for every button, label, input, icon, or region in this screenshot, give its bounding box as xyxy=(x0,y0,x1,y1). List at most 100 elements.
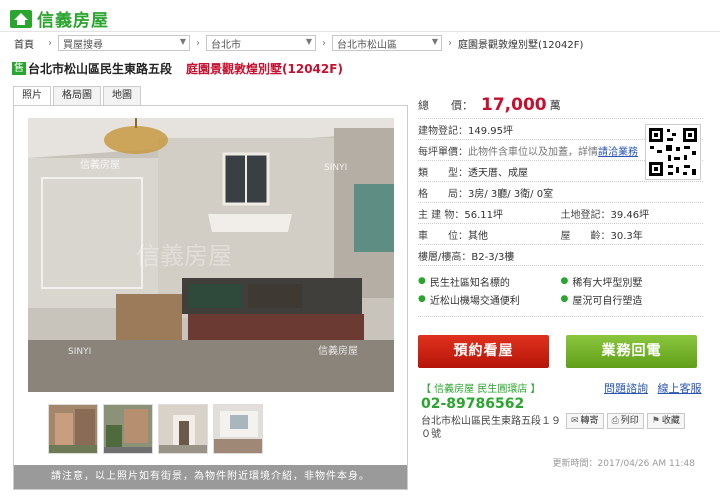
bookmark-icon: ⚑ xyxy=(651,416,660,426)
chevron-down-icon: ▼ xyxy=(431,37,438,46)
price-label: 總 價： xyxy=(418,99,473,112)
breadcrumb: 首頁 › 買屋搜尋 ▼ › 台北市 ▼ › 台北市松山區 ▼ › 庭園景觀敦煌別… xyxy=(14,34,583,52)
printer-icon: ⎙ xyxy=(611,416,619,426)
feature-item: ● 屋況可自行塑造 xyxy=(561,292,704,307)
sale-badge: 售 xyxy=(12,62,26,75)
chevron-down-icon: ▼ xyxy=(179,37,186,46)
listing-address: 台北市松山區民生東路五段 xyxy=(28,62,173,76)
listing-info-panel: 總 價： 17,000 萬 建物登記： 149.95坪 每坪單價： 此物件含車位… xyxy=(418,92,703,469)
price-row: 總 價： 17,000 萬 xyxy=(418,92,703,119)
thumbnail[interactable] xyxy=(48,404,98,454)
feature-text: 近松山機場交通便利 xyxy=(429,295,520,307)
store-phone: 02-89786562 xyxy=(421,396,525,412)
media-tabs: 照片 格局圖 地圖 xyxy=(13,86,143,105)
request-callback-button[interactable]: 業務回電 xyxy=(566,335,697,368)
main-photo[interactable]: 信義房屋 SINYI 信義房屋 SINYI 信義房屋 xyxy=(28,118,394,392)
store-address: 台北市松山區民生東路五段１９０號 xyxy=(421,416,561,440)
updated-time: 更新時間：2017/04/26 AM 11:48 xyxy=(552,459,695,469)
bullet-icon: ● xyxy=(560,294,569,304)
floor-value: B2-3/3樓 xyxy=(471,251,515,263)
type-value: 透天厝、成屋 xyxy=(468,167,528,179)
thumbnail[interactable] xyxy=(158,404,208,454)
brand-name: 信義房屋 xyxy=(37,11,109,31)
feature-item: ● 稀有大坪型別墅 xyxy=(561,274,704,289)
print-label: 列印 xyxy=(620,416,639,426)
feature-text: 民生社區知名標的 xyxy=(429,277,510,289)
search-type-select[interactable]: 買屋搜尋 ▼ xyxy=(58,35,190,51)
photo-gallery: 信義房屋 SINYI 信義房屋 SINYI 信義房屋 請注意，以上照片如有街景，… xyxy=(13,105,408,490)
area-row: 主 建 物： 56.11坪 土地登記： 39.46坪 xyxy=(418,203,703,224)
parking-age-row: 車 位： 其他 屋 齡： 30.3年 xyxy=(418,224,703,245)
type-label: 類 型： xyxy=(418,167,468,179)
house-logo-icon xyxy=(10,9,32,28)
faq-link[interactable]: 問題諮詢 xyxy=(604,382,648,395)
print-button[interactable]: ⎙ 列印 xyxy=(606,413,644,429)
age-label: 屋 齡： xyxy=(560,230,611,242)
watermark-text: 信義房屋 xyxy=(80,158,120,171)
favorite-button[interactable]: ⚑ 收藏 xyxy=(646,413,685,429)
chevron-right-icon: › xyxy=(48,37,52,49)
select-value: 台北市松山區 xyxy=(337,39,397,51)
district-select[interactable]: 台北市松山區 ▼ xyxy=(332,35,442,51)
unit-price-label: 每坪單價： xyxy=(418,146,468,158)
age-value: 30.3年 xyxy=(610,230,643,242)
feature-text: 屋況可自行塑造 xyxy=(572,295,643,307)
bullet-icon: ● xyxy=(418,276,426,286)
price-value: 17,000 xyxy=(481,95,547,115)
help-links: 問題諮詢 線上客服 xyxy=(598,380,702,396)
chevron-right-icon: › xyxy=(196,37,200,49)
breadcrumb-home-link[interactable]: 首頁 xyxy=(14,36,34,51)
layout-value: 3房/ 3廳/ 3衛/ 0室 xyxy=(468,188,554,200)
listing-title: 售 台北市松山區民生東路五段 庭園景觀敦煌別墅(12042F) xyxy=(12,60,343,77)
forward-label: 轉寄 xyxy=(580,416,599,426)
building-value: 149.95坪 xyxy=(468,125,513,137)
thumbnail[interactable] xyxy=(103,404,153,454)
watermark-text: 信義房屋 xyxy=(318,344,358,357)
feature-item: ● 近松山機場交通便利 xyxy=(418,292,561,307)
contact-sales-link[interactable]: 請洽業務 xyxy=(598,143,638,158)
interior-photo-image: 信義房屋 SINYI 信義房屋 SINYI 信義房屋 xyxy=(28,118,394,392)
store-name: 【 信義房屋 民生圓環店 】 xyxy=(421,384,541,395)
floor-row: 樓層/樓高： B2-3/3樓 xyxy=(418,245,703,266)
main-building-label: 主 建 物： xyxy=(418,209,465,221)
feature-text: 稀有大坪型別墅 xyxy=(572,277,643,289)
qr-code-icon xyxy=(645,124,701,180)
land-label: 土地登記： xyxy=(560,209,611,221)
forward-button[interactable]: ✉ 轉寄 xyxy=(566,413,604,429)
price-unit: 萬 xyxy=(549,99,561,112)
online-service-link[interactable]: 線上客服 xyxy=(658,382,702,395)
unit-price-note: 此物件含車位以及加蓋，詳情 xyxy=(468,146,598,158)
tab-map[interactable]: 地圖 xyxy=(103,86,141,105)
tab-floorplan[interactable]: 格局圖 xyxy=(53,86,101,105)
thumbnail[interactable] xyxy=(213,404,263,454)
floor-label: 樓層/樓高： xyxy=(418,251,472,263)
site-header: 信義房屋 xyxy=(0,0,720,32)
favorite-label: 收藏 xyxy=(661,416,680,426)
city-select[interactable]: 台北市 ▼ xyxy=(206,35,316,51)
watermark-center-text: 信義房屋 xyxy=(136,242,232,270)
watermark-en-text: SINYI xyxy=(324,163,347,173)
bullet-icon: ● xyxy=(560,276,569,286)
listing-name: 庭園景觀敦煌別墅(12042F) xyxy=(186,62,343,76)
layout-row: 格 局： 3房/ 3廳/ 3衛/ 0室 xyxy=(418,182,703,203)
book-viewing-button[interactable]: 預約看屋 xyxy=(418,335,549,368)
chevron-down-icon: ▼ xyxy=(305,37,312,46)
select-value: 買屋搜尋 xyxy=(63,39,103,51)
thumbnail-strip xyxy=(48,404,268,454)
photo-notice: 請注意，以上照片如有街景，為物件附近環境介紹，非物件本身。 xyxy=(14,465,407,489)
feature-list: ● 民生社區知名標的 ● 稀有大坪型別墅 ● 近松山機場交通便利 ● 屋況可自行塑造 xyxy=(418,266,703,317)
parking-label: 車 位： xyxy=(418,230,468,242)
building-label: 建物登記： xyxy=(418,125,468,137)
breadcrumb-current: 庭園景觀敦煌別墅(12042F) xyxy=(458,39,584,51)
parking-value: 其他 xyxy=(468,230,488,242)
bullet-icon: ● xyxy=(418,294,426,304)
select-value: 台北市 xyxy=(211,39,241,51)
chevron-right-icon: › xyxy=(322,37,326,49)
main-building-value: 56.11坪 xyxy=(464,209,503,221)
mail-icon: ✉ xyxy=(571,416,579,426)
tab-photos[interactable]: 照片 xyxy=(13,86,51,105)
feature-item: ● 民生社區知名標的 xyxy=(418,274,561,289)
chevron-right-icon: › xyxy=(448,37,452,49)
brand-logo[interactable]: 信義房屋 xyxy=(10,6,109,31)
land-value: 39.46坪 xyxy=(610,209,650,221)
